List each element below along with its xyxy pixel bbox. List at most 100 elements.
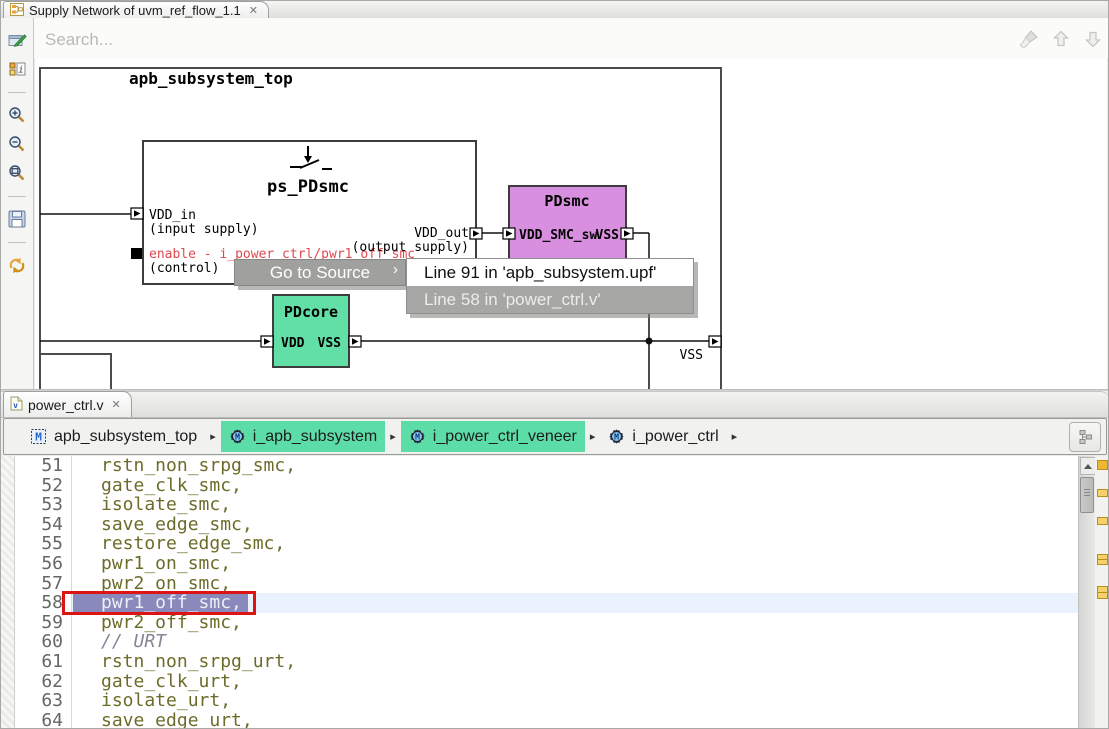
submenu-item[interactable]: Line 91 in 'apb_subsystem.upf'	[407, 259, 693, 286]
code-text-area[interactable]: rstn_non_srpg_urt,	[72, 652, 1078, 672]
code-text-area[interactable]: save_edge_smc,	[72, 515, 1078, 535]
supply-network-icon	[10, 3, 24, 16]
instance-icon: M	[409, 428, 426, 445]
selection-highlight-box	[62, 591, 256, 615]
properties-button[interactable]: i	[5, 57, 29, 81]
code-line-56[interactable]: 56 pwr1_on_smc,	[15, 554, 1078, 574]
code-line-59[interactable]: 59pwr2_off_smc,	[15, 613, 1078, 633]
vdd-in-port-marker	[131, 208, 143, 219]
code-text: save_edge_smc,	[101, 514, 253, 535]
code-line-54[interactable]: 54 save_edge_smc,	[15, 515, 1078, 535]
close-icon[interactable]: ✕	[111, 398, 120, 411]
line-number: 56	[15, 554, 72, 574]
supply-network-canvas[interactable]: apb_subsystem_top ps_PDsm	[35, 59, 1107, 389]
save-button[interactable]	[5, 207, 29, 231]
overview-marker[interactable]	[1097, 489, 1108, 497]
breadcrumb-label: i_power_ctrl	[632, 428, 718, 446]
line-number: 62	[15, 672, 72, 692]
code-text: restore_edge_smc,	[101, 533, 285, 554]
overview-marker[interactable]	[1097, 517, 1108, 525]
code-text-area[interactable]: pwr2_off_smc,	[72, 613, 1078, 633]
code-text-area[interactable]: rstn_non_srpg_smc,	[72, 456, 1078, 476]
code-text-area[interactable]: gate_clk_smc,	[72, 476, 1078, 496]
context-menu-go-to-source[interactable]: Go to Source ›	[234, 259, 406, 286]
zoom-out-icon	[8, 135, 26, 153]
code-text-area[interactable]: gate_clk_urt,	[72, 672, 1078, 692]
code-line-53[interactable]: 53isolate_smc,	[15, 495, 1078, 515]
code-line-64[interactable]: 64 save_edge_urt,	[15, 711, 1078, 729]
search-prev-icon	[1050, 28, 1072, 50]
code-line-60[interactable]: 60// URT	[15, 632, 1078, 652]
code-line-62[interactable]: 62gate_clk_urt,	[15, 672, 1078, 692]
breadcrumb: Mapb_subsystem_top ▸ Mi_apb_subsystem ▸ Mi_p…	[3, 418, 1107, 455]
code-line-51[interactable]: 51 rstn_non_srpg_smc,	[15, 456, 1078, 476]
scroll-up-icon[interactable]	[1080, 457, 1096, 475]
overview-ruler[interactable]	[1095, 456, 1109, 729]
breadcrumb-item-i_apb_subsystem[interactable]: Mi_apb_subsystem	[221, 421, 386, 452]
code-text: save_edge_urt,	[101, 710, 253, 729]
code-text-area[interactable]: isolate_urt,	[72, 691, 1078, 711]
properties-icon: i	[9, 61, 26, 77]
search-prev-button[interactable]	[1049, 27, 1073, 51]
pdcore-left-port-marker	[261, 336, 273, 347]
code-text-area[interactable]: save_edge_urt,	[72, 711, 1078, 729]
line-number: 60	[15, 632, 72, 652]
close-icon[interactable]: ✕	[249, 4, 258, 17]
breadcrumb-item-i_power_ctrl_veneer[interactable]: Mi_power_ctrl_veneer	[401, 421, 585, 452]
zoom-fit-button[interactable]	[5, 161, 29, 185]
show-hierarchy-button[interactable]	[1069, 422, 1101, 452]
overview-marker[interactable]	[1097, 586, 1108, 599]
vdd-in-type: (input supply)	[149, 222, 259, 237]
svg-text:i: i	[18, 66, 23, 76]
line-number: 52	[15, 476, 72, 496]
vdd-in-label: VDD_in	[149, 208, 196, 223]
annotation-ruler[interactable]	[1, 456, 15, 729]
line-number: 54	[15, 515, 72, 535]
search-next-button[interactable]	[1081, 27, 1105, 51]
breadcrumb-separator-icon[interactable]: ▸	[210, 430, 216, 443]
code-line-63[interactable]: 63isolate_urt,	[15, 691, 1078, 711]
toolbar-separator	[8, 196, 26, 197]
scrollbar-thumb[interactable]	[1080, 477, 1094, 513]
code-text-area[interactable]: isolate_smc,	[72, 495, 1078, 515]
code-text: isolate_urt,	[101, 690, 231, 711]
overview-marker[interactable]	[1097, 460, 1108, 470]
line-number: 51	[15, 456, 72, 476]
hierarchy-icon	[1077, 429, 1093, 445]
enable-port-marker	[131, 248, 142, 259]
code-text-area[interactable]: restore_edge_smc,	[72, 534, 1078, 554]
breadcrumb-separator-icon[interactable]: ▸	[390, 430, 396, 443]
breadcrumb-separator-icon[interactable]: ▸	[590, 430, 596, 443]
annotate-button[interactable]	[5, 28, 29, 52]
breadcrumb-item-i_power_ctrl[interactable]: Mi_power_ctrl	[600, 421, 726, 452]
code-line-61[interactable]: 61rstn_non_srpg_urt,	[15, 652, 1078, 672]
instance-icon: M	[229, 428, 246, 445]
code-text-area[interactable]: pwr1_off_smc,	[72, 593, 1078, 613]
tab-supply-network[interactable]: Supply Network of uvm_ref_flow_1.1 ✕	[3, 1, 269, 19]
code-text: pwr1_on_smc,	[101, 553, 231, 574]
breadcrumb-separator-icon[interactable]: ▸	[732, 430, 738, 443]
supply-network-diagram: apb_subsystem_top ps_PDsm	[35, 59, 1107, 389]
code-line-58[interactable]: 58pwr1_off_smc,	[15, 593, 1078, 613]
wire-junction	[646, 338, 653, 345]
refresh-button[interactable]	[5, 253, 29, 277]
line-number: 53	[15, 495, 72, 515]
breadcrumb-item-apb_subsystem_top[interactable]: Mapb_subsystem_top	[22, 421, 205, 452]
code-line-55[interactable]: 55restore_edge_smc,	[15, 534, 1078, 554]
zoom-out-button[interactable]	[5, 132, 29, 156]
line-number: 64	[15, 711, 72, 729]
code-text-area[interactable]: // URT	[72, 632, 1078, 652]
code-text-area[interactable]: pwr1_on_smc,	[72, 554, 1078, 574]
zoom-in-button[interactable]	[5, 103, 29, 127]
clear-search-button[interactable]	[1017, 27, 1041, 51]
code-editor[interactable]: 51rstn_non_srpg_smc,52gate_clk_smc,53iso…	[1, 456, 1078, 729]
editor-scrollbar[interactable]	[1078, 456, 1095, 729]
tab-power-ctrl-v[interactable]: v power_ctrl.v ✕	[3, 391, 132, 417]
toolbar-separator	[8, 92, 26, 93]
code-text: rstn_non_srpg_smc,	[101, 456, 296, 476]
submenu-item[interactable]: Line 58 in 'power_ctrl.v'	[407, 286, 693, 313]
code-text: rstn_non_srpg_urt,	[101, 651, 296, 672]
search-input[interactable]	[43, 25, 997, 55]
code-line-52[interactable]: 52gate_clk_smc,	[15, 476, 1078, 496]
overview-marker[interactable]	[1097, 554, 1108, 565]
